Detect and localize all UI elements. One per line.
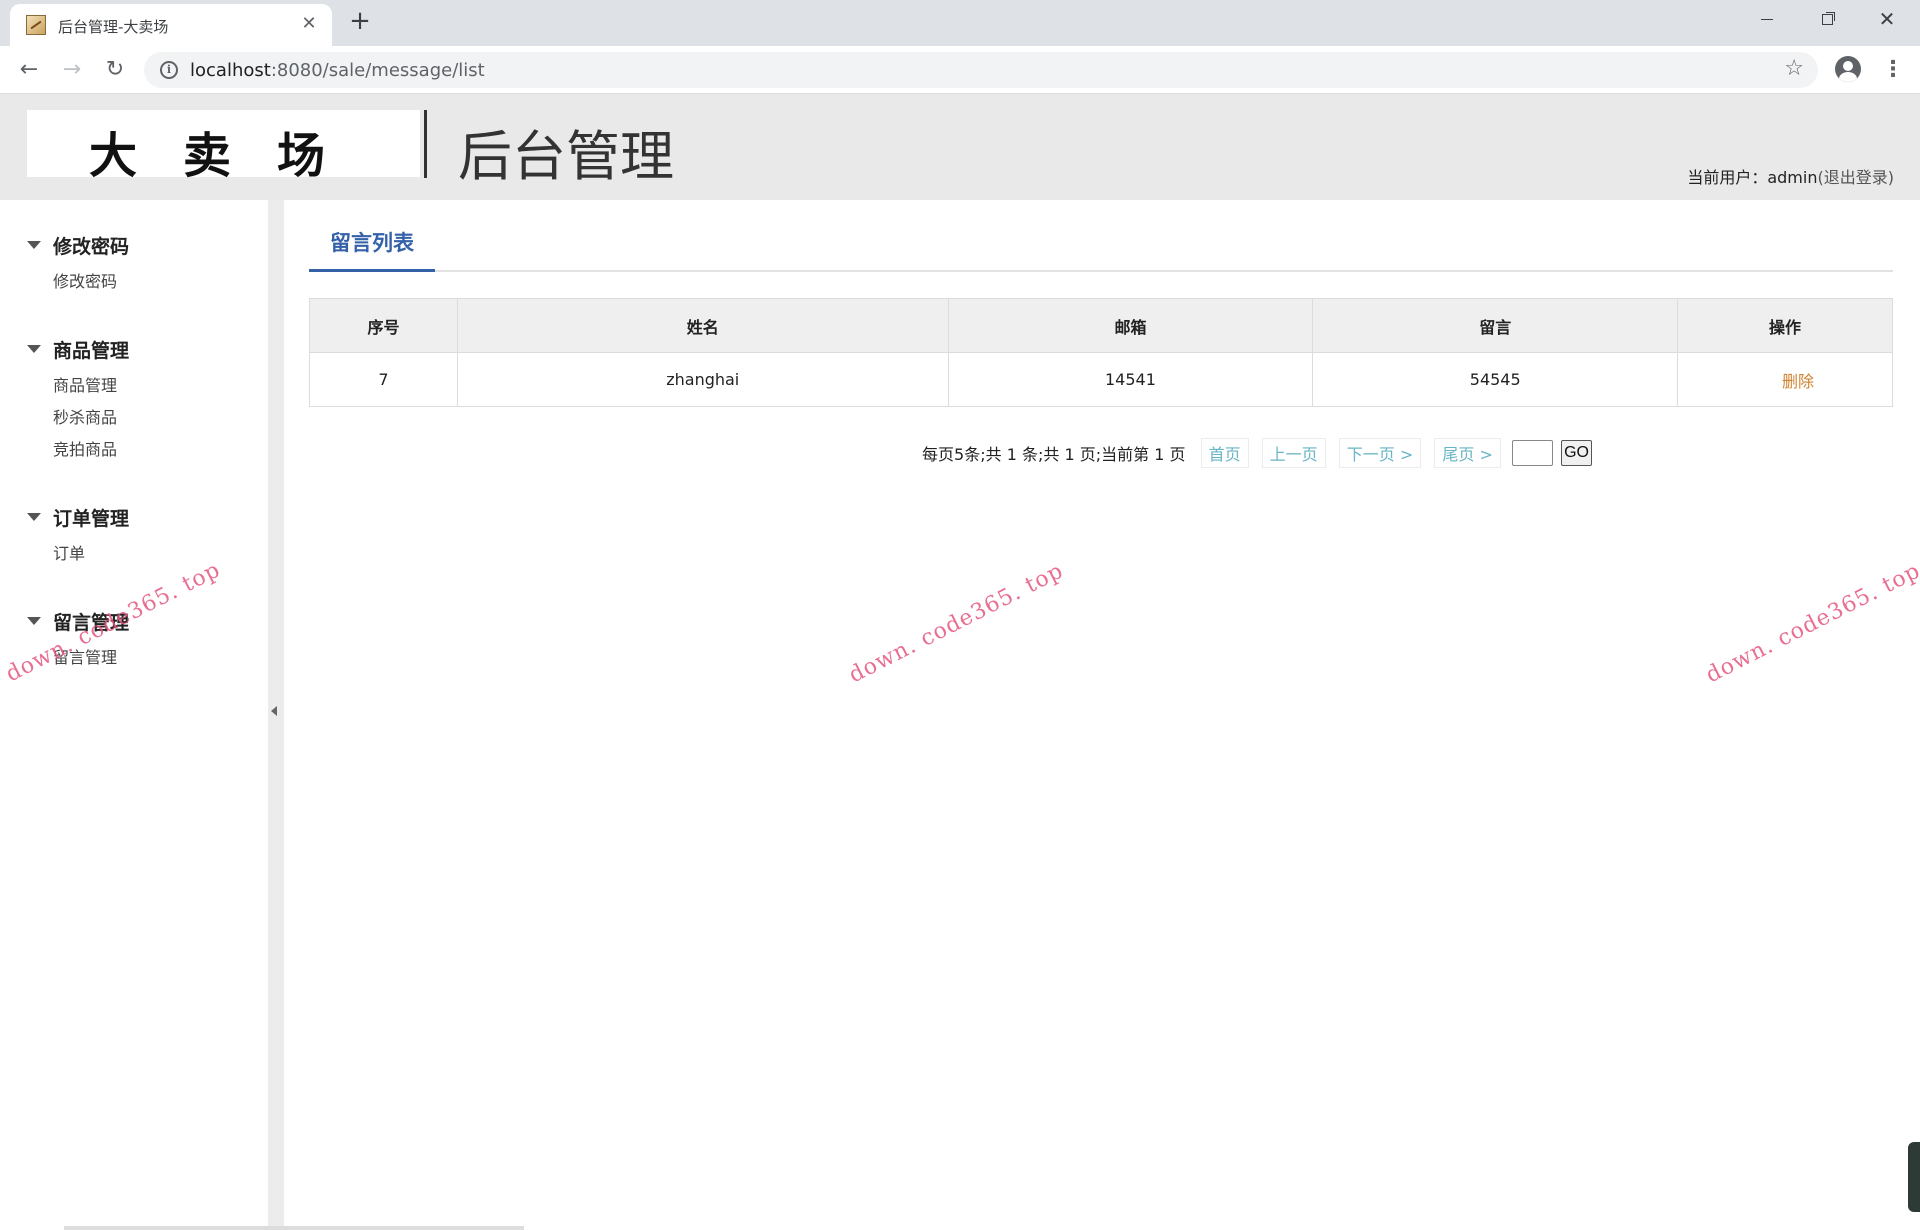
side-widget[interactable]: [1908, 1142, 1920, 1212]
collapse-left-icon[interactable]: [271, 706, 277, 716]
user-prefix: 当前用户：: [1687, 168, 1768, 187]
table-row: 7 zhanghai 14541 54545 删除: [309, 352, 1893, 407]
sidebar-item-change-password[interactable]: 修改密码: [0, 266, 268, 298]
sidebar-group-header[interactable]: 修改密码: [0, 226, 268, 262]
prev-page-link[interactable]: 上一页: [1261, 438, 1326, 468]
window-close-button[interactable]: ✕: [1857, 0, 1917, 40]
browser-tabstrip: 后台管理-大卖场 ✕ + ✕: [0, 0, 1920, 46]
logout-paren-close: ): [1887, 168, 1894, 187]
column-header-action: 操作: [1677, 298, 1893, 353]
tab-title: 后台管理-大卖场: [58, 18, 169, 36]
logo-text: 大卖场: [89, 128, 372, 184]
pagination-summary: 每页5条;共 1 条;共 1 页;当前第 1 页: [922, 445, 1186, 464]
menu-icon[interactable]: ⋮: [1882, 56, 1904, 84]
sidebar-group-title: 商品管理: [53, 340, 130, 362]
logo: 大卖场: [27, 110, 420, 184]
current-user: 当前用户：admin(退出登录): [1687, 164, 1894, 188]
cell-email: 14541: [947, 352, 1314, 407]
browser-toolbar: ← → ↻ i localhost:8080/sale/message/list…: [0, 46, 1920, 94]
tab-close-icon[interactable]: ✕: [298, 13, 320, 35]
forward-arrow-icon[interactable]: →: [58, 56, 86, 84]
logo-divider: [424, 110, 427, 178]
sidebar-group-products: 商品管理 商品管理 秒杀商品 竞拍商品: [0, 330, 268, 466]
address-bar[interactable]: i localhost:8080/sale/message/list ☆: [144, 52, 1818, 88]
star-icon[interactable]: ☆: [1784, 56, 1804, 81]
username: admin: [1767, 168, 1818, 187]
page-title: 后台管理: [458, 125, 674, 188]
browser-tab[interactable]: 后台管理-大卖场 ✕: [10, 4, 332, 46]
content-tab-bar: 留言列表: [309, 218, 1893, 272]
column-header-email: 邮箱: [947, 298, 1314, 353]
sidebar-group-header[interactable]: 商品管理: [0, 330, 268, 366]
column-header-message: 留言: [1312, 298, 1679, 353]
horizontal-scrollbar[interactable]: [64, 1226, 524, 1230]
url-host: localhost: [190, 60, 271, 81]
table-header-row: 序号 姓名 邮箱 留言 操作: [309, 298, 1893, 353]
cell-name: zhanghai: [456, 352, 949, 407]
url-text[interactable]: localhost:8080/sale/message/list: [190, 60, 485, 81]
favicon-icon: [26, 15, 46, 35]
window-minimize-button[interactable]: [1737, 0, 1797, 40]
page-number-input[interactable]: [1511, 440, 1553, 466]
caret-down-icon: [27, 513, 41, 521]
sidebar-item-orders[interactable]: 订单: [0, 538, 268, 570]
next-page-link[interactable]: 下一页 >: [1338, 438, 1422, 468]
sidebar-group-title: 订单管理: [53, 508, 130, 530]
last-page-link[interactable]: 尾页 >: [1434, 438, 1501, 468]
new-tab-button[interactable]: +: [346, 8, 374, 36]
sidebar-group-title: 修改密码: [53, 236, 130, 258]
cell-action: 删除: [1677, 352, 1893, 407]
sidebar-item-flash-sale[interactable]: 秒杀商品: [0, 402, 268, 434]
sidebar: 修改密码 修改密码 商品管理 商品管理 秒杀商品 竞拍商品 订单管理 订单 留言…: [0, 200, 268, 1230]
logout-link[interactable]: 退出登录: [1824, 168, 1888, 187]
caret-down-icon: [27, 241, 41, 249]
restore-icon: [1821, 14, 1833, 25]
sidebar-group-orders: 订单管理 订单: [0, 498, 268, 570]
sidebar-group-header[interactable]: 订单管理: [0, 498, 268, 534]
sidebar-group-password: 修改密码 修改密码: [0, 226, 268, 298]
main-content: 留言列表 序号 姓名 邮箱 留言 操作 7 zhanghai 14541 545…: [284, 200, 1920, 1230]
minimize-icon: [1761, 19, 1773, 20]
pagination: 每页5条;共 1 条;共 1 页;当前第 1 页 首页 上一页 下一页 > 尾页…: [284, 438, 1920, 468]
column-header-name: 姓名: [456, 298, 949, 353]
caret-down-icon: [27, 345, 41, 353]
caret-down-icon: [27, 617, 41, 625]
tab-message-list[interactable]: 留言列表: [309, 218, 435, 272]
sidebar-splitter[interactable]: [268, 200, 284, 1230]
go-button[interactable]: GO: [1561, 440, 1592, 466]
url-path: :8080/sale/message/list: [270, 60, 485, 81]
cell-message: 54545: [1312, 352, 1679, 407]
account-icon[interactable]: [1835, 56, 1861, 82]
sidebar-item-products[interactable]: 商品管理: [0, 370, 268, 402]
cell-id: 7: [309, 352, 458, 407]
reload-icon[interactable]: ↻: [101, 56, 129, 84]
first-page-link[interactable]: 首页: [1200, 438, 1249, 468]
delete-link[interactable]: 删除: [1756, 372, 1814, 391]
window-restore-button[interactable]: [1797, 0, 1857, 40]
message-table: 序号 姓名 邮箱 留言 操作 7 zhanghai 14541 54545 删除: [309, 298, 1893, 407]
app-header: 大卖场 后台管理 当前用户：admin(退出登录): [0, 94, 1920, 200]
column-header-id: 序号: [309, 298, 458, 353]
info-icon[interactable]: i: [160, 61, 178, 79]
back-arrow-icon[interactable]: ←: [15, 56, 43, 84]
sidebar-item-auction[interactable]: 竞拍商品: [0, 434, 268, 466]
